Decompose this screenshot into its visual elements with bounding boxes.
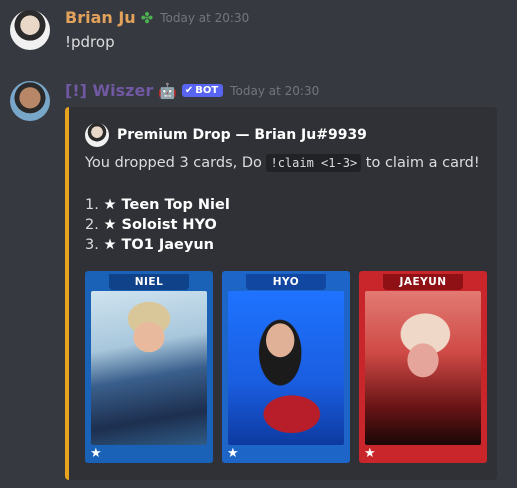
list-item: 2. ★ Soloist HYO [85, 217, 217, 233]
list-item: 3. ★ TO1 Jaeyun [85, 237, 214, 253]
card-photo [91, 291, 207, 445]
star-icon: ★ [364, 446, 376, 461]
star-icon: ★ [103, 237, 117, 253]
list-item: 1. ★ Teen Top Niel [85, 197, 230, 213]
card-niel: NIEL ★ [85, 271, 213, 463]
card-name: TO1 Jaeyun [121, 237, 214, 253]
claim-command: !claim <1-3> [266, 154, 362, 172]
card-name: Soloist HYO [121, 217, 217, 233]
card-name: Teen Top Niel [121, 197, 230, 213]
card-list: 1. ★ Teen Top Niel 2. ★ Soloist HYO 3. ★… [85, 195, 230, 255]
avatar[interactable] [10, 10, 50, 50]
bot-tag: ✔ BOT [181, 84, 224, 97]
card-label: HYO [246, 274, 326, 290]
star-icon: ★ [90, 446, 102, 461]
description-text: to claim a card! [361, 155, 480, 171]
timestamp: Today at 20:30 [160, 10, 250, 25]
embed-description: You dropped 3 cards, Do !claim <1-3> to … [85, 154, 480, 172]
author-avatar [85, 123, 109, 147]
card-label: JAEYUN [383, 274, 463, 290]
star-icon: ★ [103, 197, 117, 213]
message-header: Brian Ju ✤ Today at 20:30 [65, 8, 249, 27]
card-label: NIEL [109, 274, 189, 290]
username[interactable]: [!] Wiszer [65, 81, 153, 100]
card-photo [228, 291, 344, 445]
embed-author-name: Premium Drop — Brian Ju#9939 [117, 127, 367, 143]
card-photo [365, 291, 481, 445]
card-image[interactable]: NIEL ★ HYO ★ JAEYUN ★ [85, 271, 487, 463]
bot-tag-label: BOT [195, 85, 219, 96]
avatar[interactable] [10, 81, 50, 121]
robot-icon: 🤖 [158, 81, 177, 100]
message-content: !pdrop [65, 33, 115, 51]
timestamp: Today at 20:30 [230, 83, 320, 98]
star-icon: ★ [227, 446, 239, 461]
embed-author: Premium Drop — Brian Ju#9939 [85, 123, 367, 147]
clover-icon: ✤ [140, 8, 154, 27]
description-text: You dropped 3 cards, Do [85, 155, 267, 171]
check-icon: ✔ [184, 85, 194, 96]
star-icon: ★ [103, 217, 117, 233]
card-jaeyun: JAEYUN ★ [359, 271, 487, 463]
card-hyo: HYO ★ [222, 271, 350, 463]
username[interactable]: Brian Ju [65, 8, 136, 27]
embed: Premium Drop — Brian Ju#9939 You dropped… [65, 107, 497, 480]
message-header: [!] Wiszer 🤖 ✔ BOT Today at 20:30 [65, 81, 319, 100]
